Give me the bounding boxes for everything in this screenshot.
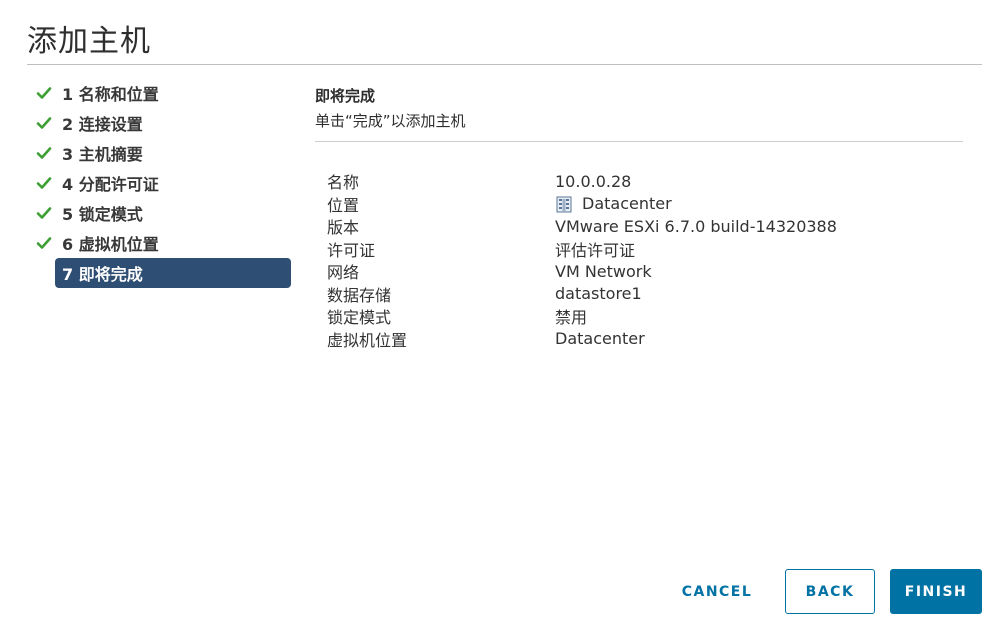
content-divider [315, 141, 963, 142]
step-label: 5 锁定模式 [62, 205, 143, 224]
property-row-network: 网络 VM Network [327, 260, 963, 283]
property-value: 评估许可证 [555, 240, 636, 260]
finish-button[interactable]: FINISH [890, 569, 982, 614]
step-label: 3 主机摘要 [62, 145, 143, 164]
back-button[interactable]: BACK [785, 569, 875, 614]
location-value: Datacenter [582, 194, 672, 214]
checkmark-icon [36, 145, 52, 161]
checkmark-icon [36, 235, 52, 251]
property-row-lockdown: 锁定模式 禁用 [327, 305, 963, 328]
property-value: 10.0.0.28 [555, 171, 632, 191]
section-description: 单击“完成”以添加主机 [315, 112, 466, 130]
datacenter-icon [555, 195, 573, 213]
step-label: 7 即将完成 [62, 265, 143, 284]
property-value: datastore1 [555, 284, 642, 304]
step-host-summary[interactable]: 3 主机摘要 [36, 138, 296, 168]
property-key: 许可证 [327, 240, 376, 260]
step-label: 2 连接设置 [62, 115, 143, 134]
section-title: 即将完成 [315, 87, 376, 105]
dialog-title: 添加主机 [27, 24, 151, 59]
property-key: 数据存储 [327, 285, 392, 305]
add-host-dialog: 添加主机 1 名称和位置 2 连接设置 3 主机摘要 4 分配许可证 5 锁定模… [0, 0, 1007, 638]
step-assign-license[interactable]: 4 分配许可证 [36, 168, 296, 198]
property-list: 名称 10.0.0.28 位置 Datacenter 版本 VMware ESX… [327, 170, 963, 350]
step-label: 6 虚拟机位置 [62, 235, 159, 254]
property-key: 网络 [327, 263, 360, 283]
checkmark-icon [36, 85, 52, 101]
step-label: 4 分配许可证 [62, 175, 159, 194]
cancel-button[interactable]: CANCEL [666, 569, 768, 614]
property-value: Datacenter [555, 194, 672, 213]
checkmark-icon [36, 205, 52, 221]
property-key: 版本 [327, 218, 360, 238]
step-label: 1 名称和位置 [62, 85, 159, 104]
property-key: 名称 [327, 173, 360, 193]
step-ready-to-complete[interactable]: 7 即将完成 [55, 258, 291, 288]
property-value: VM Network [555, 261, 652, 281]
main-content: 即将完成 单击“完成”以添加主机 名称 10.0.0.28 位置 Datacen… [315, 84, 963, 350]
checkmark-icon [36, 115, 52, 131]
checkmark-icon [36, 175, 52, 191]
property-row-location: 位置 Datacenter [327, 193, 963, 216]
step-lockdown-mode[interactable]: 5 锁定模式 [36, 198, 296, 228]
property-value: 禁用 [555, 308, 588, 328]
wizard-steps: 1 名称和位置 2 连接设置 3 主机摘要 4 分配许可证 5 锁定模式 6 虚… [36, 78, 296, 288]
step-connection-settings[interactable]: 2 连接设置 [36, 108, 296, 138]
property-row-version: 版本 VMware ESXi 6.7.0 build-14320388 [327, 215, 963, 238]
property-row-license: 许可证 评估许可证 [327, 238, 963, 261]
property-key: 锁定模式 [327, 308, 392, 328]
step-name-location[interactable]: 1 名称和位置 [36, 78, 296, 108]
step-vm-location[interactable]: 6 虚拟机位置 [36, 228, 296, 258]
property-row-name: 名称 10.0.0.28 [327, 170, 963, 193]
property-value: Datacenter [555, 329, 645, 349]
property-row-datastore: 数据存储 datastore1 [327, 283, 963, 306]
property-value: VMware ESXi 6.7.0 build-14320388 [555, 216, 837, 236]
property-row-vm-location: 虚拟机位置 Datacenter [327, 328, 963, 351]
title-divider [27, 64, 982, 65]
property-key: 虚拟机位置 [327, 330, 408, 350]
property-key: 位置 [327, 195, 360, 215]
